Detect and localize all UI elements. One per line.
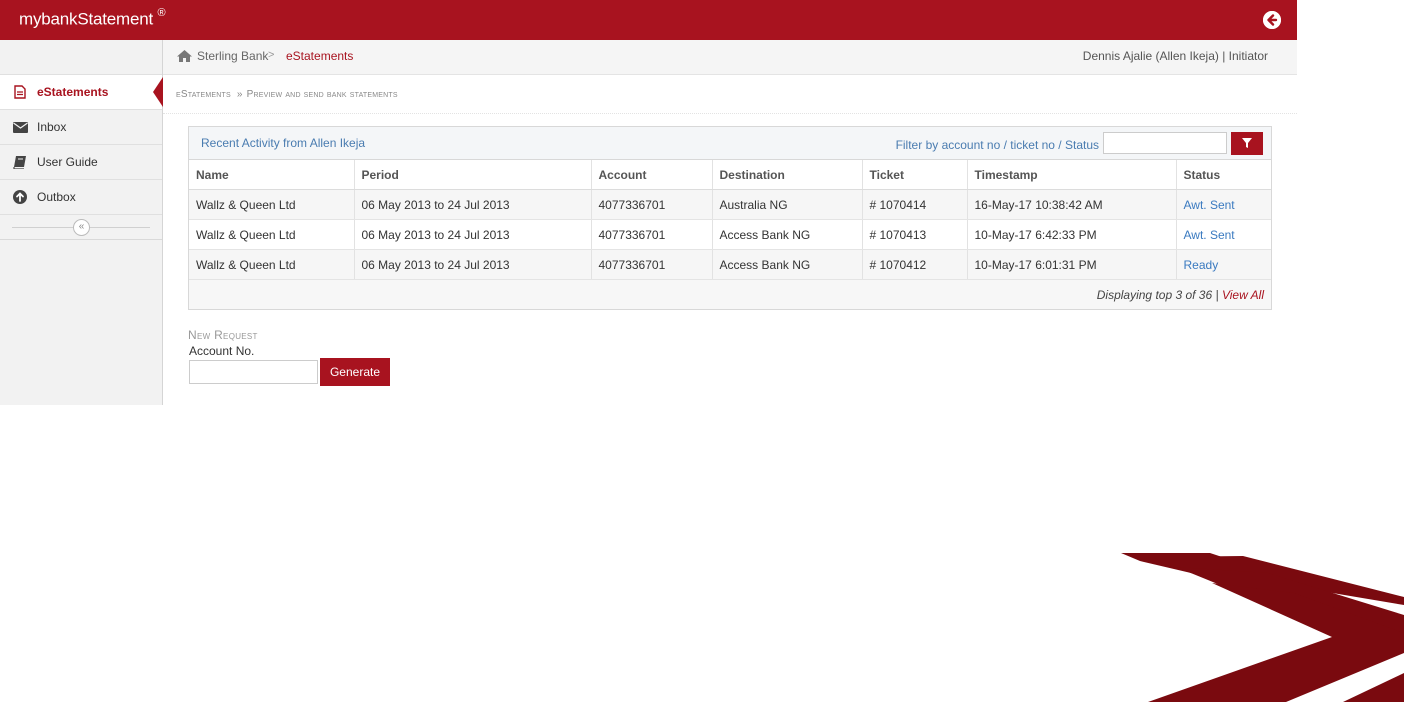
sidebar-item-label: Inbox bbox=[37, 120, 67, 134]
filter-funnel-icon bbox=[1242, 136, 1252, 151]
filter-button[interactable] bbox=[1231, 132, 1263, 155]
sidebar-item-outbox[interactable]: Outbox bbox=[0, 180, 162, 215]
cell-name: Wallz & Queen Ltd bbox=[189, 249, 355, 280]
recent-activity-panel: Recent Activity from Allen Ikeja Filter … bbox=[188, 126, 1272, 310]
sidebar: eStatements Inbox User Guide Outbox « bbox=[0, 40, 163, 405]
document-icon bbox=[12, 84, 28, 100]
page-section: eStatements bbox=[176, 89, 231, 100]
cell-account: 4077336701 bbox=[591, 189, 713, 220]
account-no-label: Account No. bbox=[189, 344, 255, 358]
breadcrumb-home-link[interactable]: Sterling Bank bbox=[197, 49, 268, 63]
table-row[interactable]: Wallz & Queen Ltd 06 May 2013 to 24 Jul … bbox=[189, 189, 1271, 220]
column-header-ticket[interactable]: Ticket bbox=[862, 160, 968, 190]
filter-label: Filter by account no / ticket no / Statu… bbox=[895, 138, 1099, 152]
active-indicator bbox=[153, 77, 163, 107]
collapse-sidebar-button[interactable]: « bbox=[73, 219, 90, 236]
activity-table: Name Period Account Destination Ticket T… bbox=[189, 160, 1271, 280]
panel-header: Recent Activity from Allen Ikeja Filter … bbox=[189, 127, 1271, 160]
status-link[interactable]: Awt. Sent bbox=[1176, 189, 1271, 220]
cell-period: 06 May 2013 to 24 Jul 2013 bbox=[354, 189, 592, 220]
new-request-title: New Request bbox=[188, 328, 258, 342]
account-no-input[interactable] bbox=[189, 360, 318, 384]
cell-destination: Australia NG bbox=[712, 189, 863, 220]
user-info[interactable]: Dennis Ajalie (Allen Ikeja) | Initiator bbox=[1083, 49, 1268, 63]
arrow-up-circle-icon bbox=[12, 189, 28, 205]
column-header-name[interactable]: Name bbox=[189, 160, 355, 190]
cell-ticket: # 1070412 bbox=[862, 249, 968, 280]
cell-timestamp: 10-May-17 6:01:31 PM bbox=[967, 249, 1177, 280]
generate-button[interactable]: Generate bbox=[320, 358, 390, 386]
cell-timestamp: 10-May-17 6:42:33 PM bbox=[967, 219, 1177, 250]
cell-period: 06 May 2013 to 24 Jul 2013 bbox=[354, 219, 592, 250]
pagination-summary: Displaying top 3 of 36 | View All bbox=[1097, 288, 1264, 302]
cell-name: Wallz & Queen Ltd bbox=[189, 219, 355, 250]
panel-title: Recent Activity from Allen Ikeja bbox=[201, 136, 366, 150]
status-link[interactable]: Ready bbox=[1176, 249, 1271, 280]
page-title-separator: » bbox=[236, 89, 243, 100]
table-row[interactable]: Wallz & Queen Ltd 06 May 2013 to 24 Jul … bbox=[189, 219, 1271, 250]
sidebar-item-inbox[interactable]: Inbox bbox=[0, 110, 162, 145]
logout-arrow-icon[interactable] bbox=[1263, 11, 1281, 29]
top-bar: mybankStatement ® bbox=[0, 0, 1297, 40]
cell-destination: Access Bank NG bbox=[712, 219, 863, 250]
cell-destination: Access Bank NG bbox=[712, 249, 863, 280]
sidebar-item-label: eStatements bbox=[37, 85, 109, 99]
filter-input[interactable] bbox=[1103, 132, 1227, 154]
cell-timestamp: 16-May-17 10:38:42 AM bbox=[967, 189, 1177, 220]
divider bbox=[163, 113, 1297, 114]
sidebar-item-user-guide[interactable]: User Guide bbox=[0, 145, 162, 180]
sidebar-item-label: Outbox bbox=[37, 190, 76, 204]
column-header-timestamp[interactable]: Timestamp bbox=[967, 160, 1177, 190]
sidebar-collapse-row: « bbox=[0, 215, 162, 240]
breadcrumb: Sterling Bank > eStatements Dennis Ajali… bbox=[163, 40, 1297, 75]
cell-account: 4077336701 bbox=[591, 249, 713, 280]
column-header-period[interactable]: Period bbox=[354, 160, 592, 190]
cell-period: 06 May 2013 to 24 Jul 2013 bbox=[354, 249, 592, 280]
displaying-count: Displaying top 3 of 36 bbox=[1096, 288, 1213, 302]
view-all-link[interactable]: View All bbox=[1222, 288, 1264, 302]
cell-name: Wallz & Queen Ltd bbox=[189, 189, 355, 220]
status-link[interactable]: Awt. Sent bbox=[1176, 219, 1271, 250]
home-icon[interactable] bbox=[177, 50, 192, 65]
brand-name: mybankStatement bbox=[19, 9, 154, 29]
cell-account: 4077336701 bbox=[591, 219, 713, 250]
cell-ticket: # 1070414 bbox=[862, 189, 968, 220]
footer-separator: | bbox=[1215, 288, 1219, 302]
column-header-account[interactable]: Account bbox=[591, 160, 713, 190]
table-row[interactable]: Wallz & Queen Ltd 06 May 2013 to 24 Jul … bbox=[189, 249, 1271, 280]
chevron-logo-icon bbox=[1118, 553, 1404, 705]
page-title: eStatements » Preview and send bank statem… bbox=[176, 89, 398, 100]
column-header-status[interactable]: Status bbox=[1176, 160, 1271, 190]
registered-mark: ® bbox=[157, 7, 166, 19]
envelope-icon bbox=[12, 119, 28, 135]
panel-footer: Displaying top 3 of 36 | View All bbox=[189, 280, 1271, 309]
breadcrumb-separator: > bbox=[268, 49, 275, 61]
sidebar-item-label: User Guide bbox=[37, 155, 98, 169]
column-header-destination[interactable]: Destination bbox=[712, 160, 863, 190]
sidebar-item-estatements[interactable]: eStatements bbox=[0, 74, 163, 110]
app-brand: mybankStatement ® bbox=[19, 7, 166, 30]
table-header-row: Name Period Account Destination Ticket T… bbox=[189, 160, 1271, 190]
cell-ticket: # 1070413 bbox=[862, 219, 968, 250]
page-subtitle: Preview and send bank statements bbox=[246, 89, 398, 100]
book-icon bbox=[12, 154, 28, 170]
breadcrumb-current[interactable]: eStatements bbox=[286, 49, 353, 63]
